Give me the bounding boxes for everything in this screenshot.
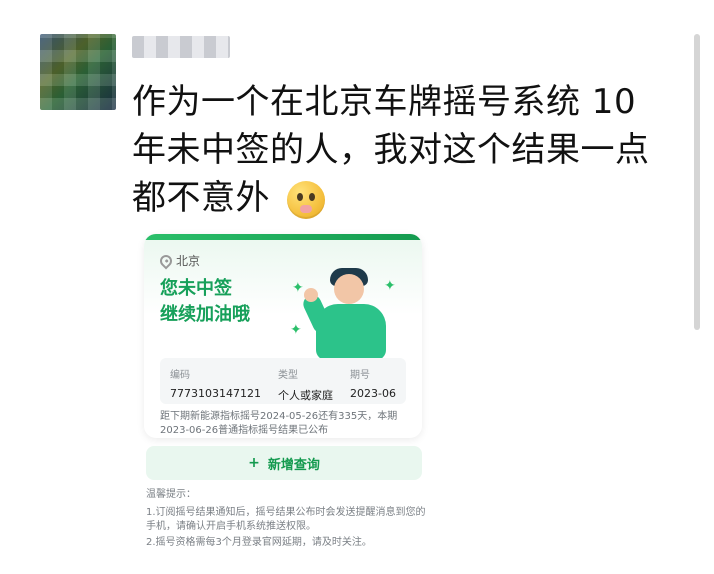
info-value: 个人或家庭 bbox=[278, 389, 333, 402]
person-head-icon bbox=[334, 274, 364, 304]
person-hand-icon bbox=[304, 288, 318, 302]
tips-item: 1.订阅摇号结果通知后，摇号结果公布时会发送提醒消息到您的手机，请确认开启手机系… bbox=[146, 507, 426, 532]
location-text: 北京 bbox=[176, 254, 201, 268]
add-query-label: 新增查询 bbox=[267, 457, 320, 473]
shushing-face-emoji-icon bbox=[287, 180, 326, 219]
info-label: 编码 bbox=[170, 370, 190, 381]
status-line-2: 继续加油哦 bbox=[160, 304, 250, 325]
illustration: ✦ ✦ ✦ bbox=[290, 260, 410, 370]
card-top-bar bbox=[144, 234, 422, 240]
info-col-type: 类型 个人或家庭 bbox=[278, 366, 333, 402]
info-label: 期号 bbox=[350, 370, 371, 381]
tips: 温馨提示： 1.订阅摇号结果通知后，摇号结果公布时会发送提醒消息到您的手机，请确… bbox=[146, 488, 426, 552]
sparkle-icon: ✦ bbox=[292, 280, 304, 296]
location-pin-icon bbox=[157, 252, 175, 269]
person-body-icon bbox=[316, 304, 386, 360]
info-label: 类型 bbox=[278, 370, 298, 381]
info-value: 2023-06 bbox=[350, 387, 396, 400]
post-text-content: 作为一个在北京车牌摇号系统 10 年未中签的人，我对这个结果一点都不意外 bbox=[132, 82, 650, 218]
scrollbar[interactable] bbox=[694, 34, 700, 330]
status-text: 您未中签 继续加油哦 bbox=[160, 276, 250, 328]
location: 北京 bbox=[157, 252, 201, 269]
sparkle-icon: ✦ bbox=[290, 322, 302, 338]
embedded-screenshot: 北京 您未中签 继续加油哦 ✦ ✦ ✦ 编码 7773103147121 类型 … bbox=[132, 226, 436, 560]
info-value: 7773103147121 bbox=[170, 387, 261, 400]
next-draw-note: 距下期新能源指标摇号2024-05-26还有335天，本期2023-06-26普… bbox=[160, 411, 398, 436]
tips-title: 温馨提示： bbox=[146, 489, 196, 500]
post-text: 作为一个在北京车牌摇号系统 10 年未中签的人，我对这个结果一点都不意外 bbox=[132, 78, 677, 222]
lottery-info: 编码 7773103147121 类型 个人或家庭 期号 2023-06 bbox=[160, 358, 406, 404]
plus-icon: + bbox=[248, 455, 260, 471]
info-col-code: 编码 7773103147121 bbox=[170, 366, 261, 400]
tips-item: 2.摇号资格需每3个月登录官网延期，请及时关注。 bbox=[146, 537, 372, 548]
user-avatar bbox=[40, 34, 116, 110]
sparkle-icon: ✦ bbox=[384, 278, 396, 294]
info-col-period: 期号 2023-06 bbox=[350, 366, 396, 400]
result-card: 北京 您未中签 继续加油哦 ✦ ✦ ✦ 编码 7773103147121 类型 … bbox=[144, 234, 422, 438]
user-nickname-redacted bbox=[132, 36, 230, 58]
status-line-1: 您未中签 bbox=[160, 278, 232, 299]
add-query-button[interactable]: + 新增查询 bbox=[146, 446, 422, 480]
